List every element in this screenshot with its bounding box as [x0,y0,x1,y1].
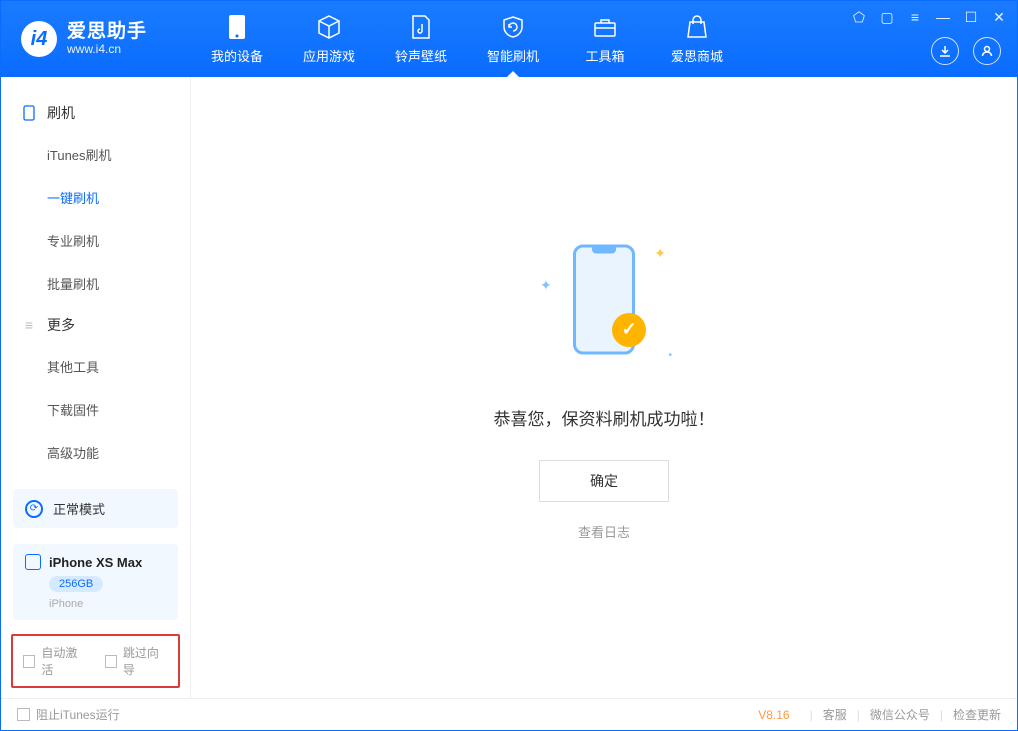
user-icon[interactable] [973,37,1001,65]
download-icon[interactable] [931,37,959,65]
body: 刷机 iTunes刷机 一键刷机 专业刷机 批量刷机 ≡ 更多 其他工具 下载固… [1,77,1017,698]
tab-toolbox[interactable]: 工具箱 [559,1,651,77]
app-name: 爱思助手 [67,22,147,43]
phone-small-icon [21,105,37,121]
sidebar-item-other-tools[interactable]: 其他工具 [1,345,190,388]
titlebar: i4 爱思助手 www.i4.cn 我的设备 应用游戏 铃声壁纸 智能刷机 [1,1,1017,77]
window-controls: ⬠ ▢ ≡ — ☐ ✕ [851,9,1007,26]
device-info-card[interactable]: iPhone XS Max 256GB iPhone [13,544,178,620]
list-icon: ≡ [21,317,37,333]
device-icon [224,14,250,40]
checkbox-icon [23,655,35,668]
check-badge-icon: ✓ [612,313,646,347]
sidebar-item-itunes-flash[interactable]: iTunes刷机 [1,133,190,176]
device-mode-card[interactable]: ⟳ 正常模式 [13,489,178,528]
refresh-shield-icon [500,14,526,40]
menu-icon[interactable]: ≡ [907,9,923,26]
mode-dot-icon: ⟳ [25,500,43,518]
sidebar-item-pro-flash[interactable]: 专业刷机 [1,219,190,262]
sidebar-item-oneclick-flash[interactable]: 一键刷机 [1,176,190,219]
minimize-button[interactable]: — [935,9,951,26]
device-mode-label: 正常模式 [53,499,105,518]
sidebar: 刷机 iTunes刷机 一键刷机 专业刷机 批量刷机 ≡ 更多 其他工具 下载固… [1,77,191,698]
version-label: V8.16 [758,708,789,722]
sparkle-icon: ✦ [654,245,666,262]
view-log-link[interactable]: 查看日志 [578,522,630,541]
status-link-support[interactable]: 客服 [823,706,847,723]
tab-smart-flash[interactable]: 智能刷机 [467,1,559,77]
checkbox-icon [105,655,117,668]
app-window: i4 爱思助手 www.i4.cn 我的设备 应用游戏 铃声壁纸 智能刷机 [0,0,1018,731]
sparkle-icon: ✦ [540,277,552,294]
nav-tabs: 我的设备 应用游戏 铃声壁纸 智能刷机 工具箱 爱思商城 [191,1,743,77]
sidebar-item-advanced[interactable]: 高级功能 [1,431,190,474]
device-name: iPhone XS Max [49,555,142,570]
logo-area: i4 爱思助手 www.i4.cn [1,21,191,57]
bag-icon [684,14,710,40]
shirt-icon[interactable]: ⬠ [851,9,867,26]
status-link-update[interactable]: 检查更新 [953,706,1001,723]
tab-ringtones-wallpapers[interactable]: 铃声壁纸 [375,1,467,77]
cube-icon [316,14,342,40]
close-button[interactable]: ✕ [991,9,1007,26]
block-itunes-checkbox[interactable]: 阻止iTunes运行 [17,706,120,723]
sidebar-item-download-firmware[interactable]: 下载固件 [1,388,190,431]
tab-my-device[interactable]: 我的设备 [191,1,283,77]
header-actions [931,37,1001,65]
success-illustration: ✦ ✦ • ✓ [534,235,674,375]
highlighted-options: 自动激活 跳过向导 [11,634,180,688]
main-content: ✦ ✦ • ✓ 恭喜您，保资料刷机成功啦！ 确定 查看日志 [191,77,1017,698]
statusbar: 阻止iTunes运行 V8.16 | 客服 | 微信公众号 | 检查更新 [1,698,1017,730]
sidebar-section-more: ≡ 更多 [1,305,190,345]
success-message: 恭喜您，保资料刷机成功啦！ [494,405,715,430]
tab-apps-games[interactable]: 应用游戏 [283,1,375,77]
maximize-button[interactable]: ☐ [963,9,979,26]
music-file-icon [408,14,434,40]
skip-guide-checkbox[interactable]: 跳过向导 [105,644,169,678]
device-small-icon [25,554,41,570]
sidebar-item-batch-flash[interactable]: 批量刷机 [1,262,190,305]
sparkle-icon: • [668,350,672,361]
tab-store[interactable]: 爱思商城 [651,1,743,77]
app-url: www.i4.cn [67,43,147,56]
device-capacity: 256GB [49,576,103,592]
toolbox-icon [592,14,618,40]
status-link-wechat[interactable]: 微信公众号 [870,706,930,723]
auto-activate-checkbox[interactable]: 自动激活 [23,644,87,678]
sidebar-section-flash: 刷机 [1,93,190,133]
device-model: iPhone [49,598,166,610]
ok-button[interactable]: 确定 [539,460,669,502]
lock-icon[interactable]: ▢ [879,9,895,26]
logo-icon: i4 [21,21,57,57]
checkbox-icon [17,708,30,721]
